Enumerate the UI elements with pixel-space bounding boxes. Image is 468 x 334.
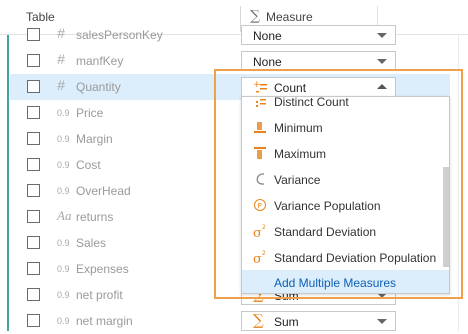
dropdown-option-standard-deviation-population[interactable]: σ2 Standard Deviation Population [242,245,449,271]
row-checkbox[interactable] [27,262,40,275]
field-name: Quantity [76,80,121,94]
decimal-type-icon: 0.9 [57,290,70,300]
dropdown-option-add-multiple-measures[interactable]: Add Multiple Measures [242,270,449,293]
sum-icon: ∑ [253,311,264,329]
decimal-type-icon: 0.9 [57,160,70,170]
minimum-icon [253,119,267,135]
measure-value: None [253,29,282,43]
field-name: Expenses [76,262,129,276]
standard-deviation-population-icon: σ2 [253,249,267,267]
row-checkbox[interactable] [27,314,40,327]
decimal-type-icon: 0.9 [57,316,70,326]
measure-value: Count [274,81,307,95]
integer-type-icon: # [57,51,65,67]
measure-value: None [253,55,282,69]
table-row[interactable]: # salesPersonKey None [10,22,450,48]
measure-select[interactable]: None [241,51,396,71]
measure-select[interactable]: + Count [241,77,396,97]
field-name: Price [76,106,104,120]
field-name: manfKey [76,54,124,68]
decimal-type-icon: 0.9 [57,108,70,118]
field-name: Cost [76,158,101,172]
svg-text:2: 2 [262,250,266,257]
field-name: net profit [76,288,123,302]
field-name: net margin [76,314,133,328]
row-checkbox[interactable] [27,158,40,171]
svg-text:P: P [258,202,262,210]
chevron-up-icon [377,84,387,89]
distinct-count-icon [253,97,267,109]
table-row[interactable]: # manfKey None [10,48,450,74]
row-checkbox[interactable] [27,132,40,145]
decimal-type-icon: 0.9 [57,238,70,248]
svg-text:σ: σ [253,226,262,239]
table-row[interactable]: 0.9 net margin ∑ Sum [10,308,450,334]
dropdown-option-minimum[interactable]: Minimum [242,115,449,141]
integer-type-icon: # [57,77,65,93]
dropdown-scrollbar-thumb[interactable] [443,167,449,267]
row-checkbox[interactable] [27,210,40,223]
row-checkbox[interactable] [27,54,40,67]
dropdown-option-standard-deviation[interactable]: σ2 Standard Deviation [242,219,449,245]
variance-population-icon: P [253,197,267,213]
svg-text:2: 2 [262,224,266,231]
grid-scrollbar[interactable] [458,35,459,331]
variance-icon [253,171,267,187]
svg-text:+: + [253,80,261,90]
decimal-type-icon: 0.9 [57,264,70,274]
dropdown-option-distinct-count[interactable]: Distinct Count [242,97,449,115]
row-checkbox[interactable] [27,80,40,93]
row-checkbox[interactable] [27,106,40,119]
dropdown-option-variance[interactable]: Variance [242,167,449,193]
decimal-type-icon: 0.9 [57,186,70,196]
svg-text:σ: σ [253,252,262,265]
decimal-type-icon: 0.9 [57,134,70,144]
measure-dropdown-list[interactable]: Distinct Count Minimum Maximum Variance … [241,96,450,294]
chevron-down-icon [377,33,387,38]
measure-select[interactable]: None [241,25,396,45]
field-name: OverHead [76,184,131,198]
chevron-down-icon [377,319,387,324]
row-checkbox[interactable] [27,184,40,197]
field-name: Margin [76,132,113,146]
text-type-icon: Aa [57,208,72,223]
field-name: Sales [76,236,107,250]
measure-select[interactable]: ∑ Sum [241,311,396,331]
row-checkbox[interactable] [27,288,40,301]
row-checkbox[interactable] [27,236,40,249]
left-accent-rail [7,35,9,331]
row-checkbox[interactable] [27,28,40,41]
integer-type-icon: # [57,25,65,41]
field-name: returns [76,210,114,224]
measure-value: Sum [274,315,299,329]
standard-deviation-icon: σ2 [253,223,267,241]
chevron-down-icon [377,59,387,64]
dropdown-option-variance-population[interactable]: P Variance Population [242,193,449,219]
dropdown-option-maximum[interactable]: Maximum [242,141,449,167]
maximum-icon [253,145,267,161]
field-name: salesPersonKey [76,28,163,42]
